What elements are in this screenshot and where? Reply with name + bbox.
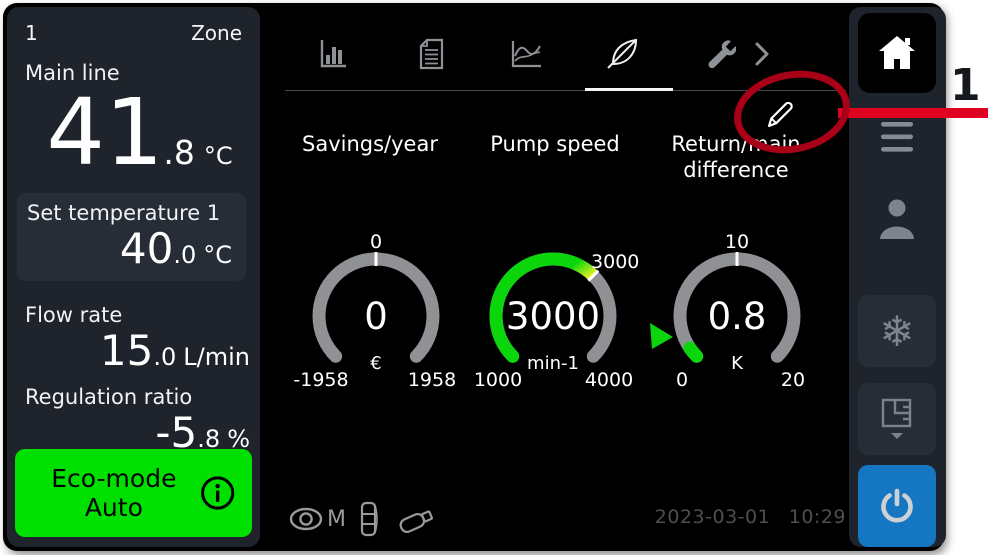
zone-label: Zone (191, 21, 242, 45)
chevron-down-icon (891, 433, 903, 439)
nav-rail: ❄ (849, 7, 946, 547)
tab-settings[interactable] (697, 31, 743, 77)
regulation-ratio-label: Regulation ratio (25, 385, 254, 409)
usb-drive-icon (394, 501, 442, 537)
eco-mode-button[interactable]: Eco-mode Auto (15, 449, 252, 537)
gauge-unit: min-1 (527, 353, 579, 374)
wrench-icon (704, 38, 736, 70)
power-icon (877, 486, 917, 526)
main-line-value-int: 41 (46, 87, 163, 179)
snowflake-icon: ❄ (879, 307, 914, 356)
trend-chart-icon (509, 38, 543, 70)
gauge-value: 0 (364, 295, 388, 338)
flow-rate-label: Flow rate (25, 303, 254, 327)
hamburger-menu-icon (880, 121, 914, 153)
main-line-value: 41 .8 °C (25, 87, 254, 179)
gauge-min-label: 0 (676, 369, 688, 391)
gauge-tick-label: 10 (725, 231, 749, 253)
menu-button[interactable] (858, 113, 936, 161)
active-tab-underline (585, 88, 673, 91)
eye-monitor-icon (289, 505, 325, 533)
user-icon (876, 197, 918, 241)
tab-report[interactable] (408, 31, 454, 77)
set-temperature-card[interactable]: Set temperature 1 40 .0 °C (17, 193, 246, 281)
zone-header: 1 Zone (25, 21, 254, 45)
toolbar-separator (285, 90, 846, 91)
pencil-icon (761, 97, 797, 133)
report-icon (418, 38, 445, 70)
chevron-right-icon (755, 42, 769, 66)
main-line-unit: °C (204, 142, 233, 170)
info-icon (199, 472, 236, 514)
status-time: 10:29 (789, 506, 846, 528)
set-temperature-int: 40 (120, 227, 173, 271)
set-temperature-dec: .0 (173, 241, 196, 269)
gauge-min-label: 1000 (474, 369, 522, 391)
eco-mode-label: Eco-mode Auto (29, 464, 199, 522)
gauge-unit: K (731, 353, 744, 374)
gauge-tick-label: 0 (370, 231, 382, 253)
flow-rate-int: 15 (100, 329, 153, 373)
gauge-title-return-diff: Return/main difference (656, 131, 816, 184)
annotation-number: 1 (950, 60, 981, 111)
gauge-pump-speed: 3000 3000 min-11000 4000 (458, 228, 648, 406)
gauge-return-diff: 10 0.8 K 0 20 (642, 228, 832, 406)
gauge-max-label: 20 (781, 369, 805, 391)
gauge-title-pump-speed: Pump speed (479, 131, 631, 157)
monitor-mode-letter: M (327, 507, 346, 532)
hmi-screen: 1 Zone Main line 41 .8 °C Set temperatur… (3, 3, 944, 551)
bar-chart-icon (317, 38, 349, 70)
main-line-value-dec: .8 (163, 133, 195, 172)
user-button[interactable] (858, 193, 936, 245)
gauge-svg: 3000 3000 min-11000 4000 (458, 228, 648, 406)
set-temperature-label: Set temperature 1 (27, 201, 236, 225)
status-date: 2023-03-01 (655, 506, 770, 528)
gauge-max-label: 4000 (585, 369, 633, 391)
power-button[interactable] (858, 465, 936, 547)
status-icons: M (289, 501, 442, 537)
set-temperature-unit: °C (203, 241, 232, 269)
gauge-svg: 0 0 € -1958 1958 (281, 228, 471, 406)
floor-plan-icon (879, 397, 915, 441)
gauge-max-label: 1958 (408, 369, 456, 391)
leaf-icon (605, 37, 641, 71)
gauge-svg: 10 0.8 K 0 20 (642, 228, 832, 406)
edit-dashboard-button[interactable] (759, 96, 799, 136)
storage-icon (360, 501, 380, 537)
tabs-more-button[interactable] (747, 31, 777, 77)
frost-protection-button[interactable]: ❄ (858, 295, 936, 367)
gauge-savings: 0 0 € -1958 1958 (281, 228, 471, 406)
gauge-value: 0.8 (708, 295, 767, 338)
gauge-pointer-arrow (650, 323, 673, 349)
gauge-unit: € (370, 353, 381, 374)
flow-rate-unit: L/min (183, 343, 250, 371)
home-button[interactable] (858, 13, 936, 93)
gauge-title-savings: Savings/year (294, 131, 446, 157)
tab-trends[interactable] (503, 31, 549, 77)
tab-statistics[interactable] (310, 31, 356, 77)
gauge-tick-label: 3000 (591, 251, 639, 273)
gauge-value: 3000 (506, 295, 600, 338)
zone-panel: 1 Zone Main line 41 .8 °C Set temperatur… (7, 7, 260, 547)
status-datetime: 2023-03-01 10:29 (623, 506, 846, 528)
flow-rate-dec: .0 (153, 343, 176, 371)
home-icon (876, 33, 918, 73)
zone-number: 1 (25, 21, 38, 45)
tab-eco[interactable] (600, 31, 646, 77)
flow-rate-value: 15 .0 L/min (25, 329, 254, 373)
set-temperature-value: 40 .0 °C (27, 227, 236, 271)
gauge-fill (690, 348, 697, 356)
zone-select-button[interactable] (858, 383, 936, 455)
gauge-min-label: -1958 (293, 369, 348, 391)
